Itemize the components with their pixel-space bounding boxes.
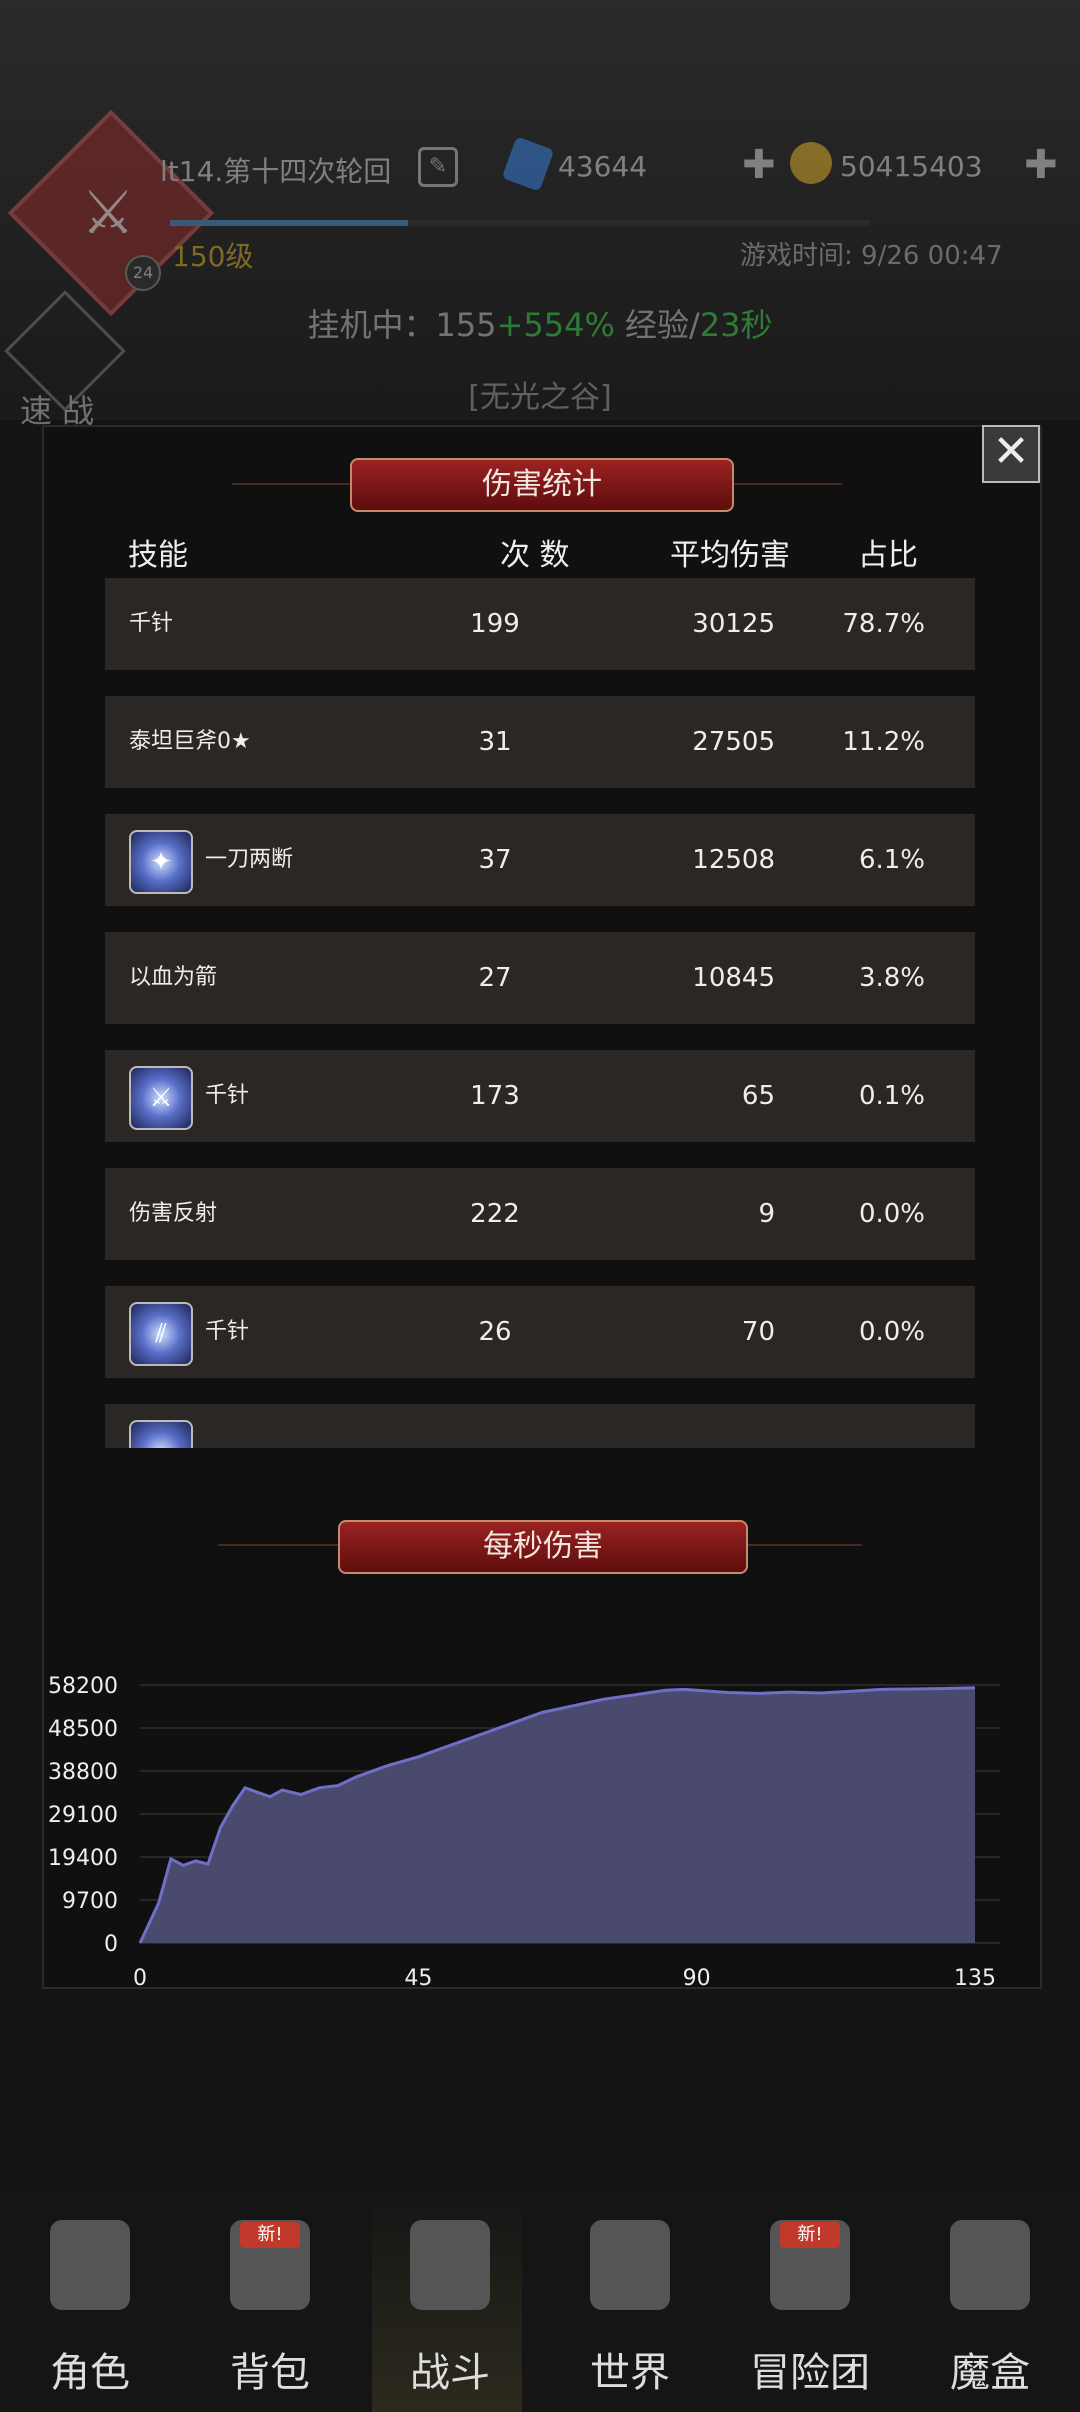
zone-name: [无光之谷] — [468, 380, 612, 415]
skill-name: 千针 — [205, 1083, 250, 1108]
close-button[interactable]: ✕ — [982, 425, 1040, 483]
game-time: 游戏时间: 9/26 00:47 — [740, 241, 1003, 271]
table-row: 伤害反射 222 9 0.0% — [105, 1168, 975, 1260]
damage-share: 0.0% — [858, 1317, 925, 1347]
x-tick-label: 135 — [954, 1966, 996, 1991]
y-tick-label: 48500 — [48, 1717, 118, 1742]
hit-count: 37 — [478, 845, 512, 875]
partial-skill-icon — [129, 1420, 193, 1448]
hit-count: 26 — [478, 1317, 512, 1347]
cube-icon — [950, 2220, 1030, 2310]
damage-stats-title: 伤害统计 — [350, 458, 734, 512]
dps-chart: 0 9700 19400 29100 38800 48500 58200 0 45 90 135 — [48, 1674, 1000, 1991]
afk-bonus: +554% — [496, 306, 615, 344]
table-row: ✦ 一刀两断 37 12508 6.1% — [105, 814, 975, 906]
y-tick-label: 19400 — [48, 1846, 118, 1871]
nav-label: 世界 — [590, 2350, 670, 2396]
nav-label: 角色 — [50, 2350, 130, 2396]
damage-share: 0.1% — [858, 1081, 925, 1111]
nav-label: 冒险团 — [750, 2350, 870, 2396]
damage-share: 3.8% — [858, 963, 925, 993]
hit-count: 199 — [470, 609, 520, 639]
xp-bar-fill — [170, 220, 408, 226]
axe-icon: ⚔ — [81, 178, 135, 248]
damage-share: 78.7% — [842, 609, 925, 639]
new-badge: 新! — [780, 2222, 840, 2248]
shield-swords-icon — [410, 2220, 490, 2310]
damage-share: 11.2% — [842, 727, 925, 757]
x-tick-label: 90 — [683, 1966, 711, 1991]
afk-mid: 经验/ — [614, 306, 700, 344]
map-scroll-icon — [590, 2220, 670, 2310]
nav-character[interactable]: 角色 — [0, 2190, 180, 2412]
table-row — [105, 1404, 975, 1448]
edit-icon[interactable]: ✎ — [418, 147, 458, 187]
table-row: ⫽ 千针 26 70 0.0% — [105, 1286, 975, 1378]
player-name: lt14.第十四次轮回 — [160, 155, 392, 188]
x-tick-label: 45 — [404, 1966, 432, 1991]
sword-skill-icon: ⚔ — [129, 1066, 193, 1130]
hit-count: 173 — [470, 1081, 520, 1111]
afk-time: 23秒 — [699, 306, 773, 344]
avg-damage: 12508 — [692, 845, 775, 875]
player-level: 150级 — [172, 240, 254, 273]
claw-skill-icon: ⫽ — [129, 1302, 193, 1366]
nav-label: 背包 — [230, 2350, 310, 2396]
x-tick-label: 0 — [133, 1966, 147, 1991]
avg-damage: 9 — [758, 1199, 775, 1229]
damage-table[interactable]: 千针 199 30125 78.7% 泰坦巨斧0★ 31 27505 11.2%… — [105, 578, 975, 1448]
column-count: 次 数 — [500, 538, 570, 573]
gem-count: 43644 — [558, 150, 648, 183]
table-row: 泰坦巨斧0★ 31 27505 11.2% — [105, 696, 975, 788]
add-gold-button[interactable]: ✚ — [1024, 142, 1058, 188]
gold-icon — [790, 142, 832, 184]
new-badge: 新! — [240, 2222, 300, 2248]
gold-count: 50415403 — [840, 150, 983, 183]
table-row: 以血为箭 27 10845 3.8% — [105, 932, 975, 1024]
skill-name: 泰坦巨斧0★ — [129, 729, 251, 754]
afk-prefix: 挂机中：155 — [307, 306, 497, 344]
slash-skill-icon: ✦ — [129, 830, 193, 894]
nav-backpack[interactable]: 新! 背包 — [180, 2190, 360, 2412]
table-row: ⚔ 千针 173 65 0.1% — [105, 1050, 975, 1142]
y-tick-label: 9700 — [62, 1889, 118, 1914]
damage-share: 6.1% — [858, 845, 925, 875]
avg-damage: 30125 — [692, 609, 775, 639]
skill-name: 一刀两断 — [205, 847, 294, 872]
dps-area — [140, 1687, 975, 1943]
column-avg-damage: 平均伤害 — [670, 538, 790, 573]
y-tick-label: 38800 — [48, 1760, 118, 1785]
hit-count: 27 — [478, 963, 512, 993]
y-tick-label: 29100 — [48, 1803, 118, 1828]
column-skill: 技能 — [128, 538, 188, 573]
dps-title: 每秒伤害 — [338, 1520, 748, 1574]
rank-badge: 24 — [125, 255, 161, 291]
avg-damage: 27505 — [692, 727, 775, 757]
skill-name: 以血为箭 — [129, 965, 218, 990]
hit-count: 222 — [470, 1199, 520, 1229]
add-gems-button[interactable]: ✚ — [742, 142, 776, 188]
column-share: 占比 — [858, 538, 918, 573]
y-tick-label: 0 — [104, 1932, 118, 1957]
nav-label: 战斗 — [410, 2350, 490, 2396]
skill-name: 伤害反射 — [129, 1201, 218, 1226]
nav-label: 魔盒 — [950, 2350, 1030, 2396]
damage-share: 0.0% — [858, 1199, 925, 1229]
avg-damage: 10845 — [692, 963, 775, 993]
avg-damage: 70 — [741, 1317, 775, 1347]
nav-magic-box[interactable]: 魔盒 — [900, 2190, 1080, 2412]
helmet-icon — [50, 2220, 130, 2310]
hit-count: 31 — [478, 727, 512, 757]
nav-adventure-team[interactable]: 新! 冒险团 — [720, 2190, 900, 2412]
afk-status: 挂机中：155+554% 经验/23秒 — [0, 300, 1080, 346]
nav-world[interactable]: 世界 — [540, 2190, 720, 2412]
avg-damage: 65 — [741, 1081, 775, 1111]
table-row: 千针 199 30125 78.7% — [105, 578, 975, 670]
skill-name: 千针 — [129, 611, 174, 636]
skill-name: 千针 — [205, 1319, 250, 1344]
nav-battle[interactable]: 战斗 — [360, 2190, 540, 2412]
y-tick-label: 58200 — [48, 1674, 118, 1699]
